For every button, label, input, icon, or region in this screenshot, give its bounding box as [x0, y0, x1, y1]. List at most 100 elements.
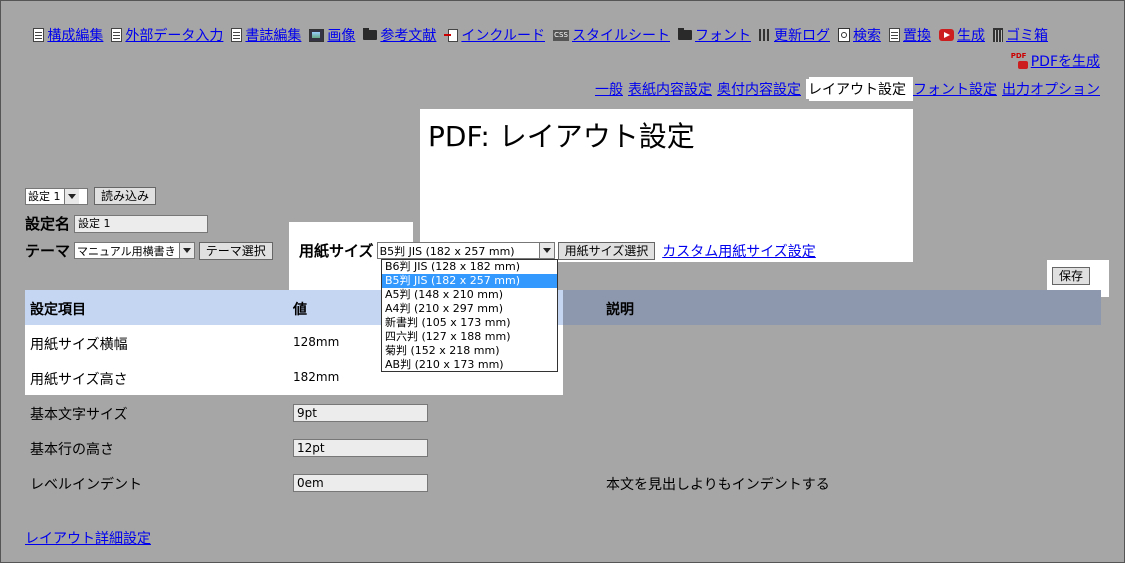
header-description: 説明 [606, 302, 634, 318]
theme-select[interactable]: マニュアル用横書き [74, 242, 195, 259]
nav-references[interactable]: 参考文献 [363, 25, 436, 45]
settings-tabs: 一般 表紙内容設定 奥付内容設定 レイアウト設定 フォント設定 出力オプション [595, 79, 1100, 99]
top-navigation: 構成編集 外部データ入力 書誌編集 画像 参考文献 インクルード CSS スタイル… [33, 25, 1048, 45]
tab-colophon[interactable]: 奥付内容設定 [717, 79, 801, 99]
nav-label[interactable]: 更新ログ [774, 25, 830, 45]
nav-include[interactable]: インクルード [444, 25, 545, 45]
tab-cover[interactable]: 表紙内容設定 [628, 79, 712, 99]
document-icon [231, 28, 243, 42]
search-icon [838, 28, 850, 42]
paper-size-option-highlighted[interactable]: B5判 JIS (182 x 257 mm) [382, 274, 557, 288]
nav-trash[interactable]: ゴミ箱 [993, 25, 1048, 45]
config-name-field[interactable]: 設定 1 [74, 214, 209, 233]
nav-generate[interactable]: 生成 [939, 25, 985, 45]
tab-font[interactable]: フォント設定 [913, 79, 997, 99]
app-window: 構成編集 外部データ入力 書誌編集 画像 参考文献 インクルード CSS スタイル… [0, 0, 1125, 563]
row-label: 基本文字サイズ [30, 407, 128, 423]
row-label: 用紙サイズ横幅 [30, 337, 128, 353]
config-load-row: 設定 1 読み込み [25, 187, 157, 205]
theme-select-value: マニュアル用横書き [77, 244, 176, 258]
nav-label[interactable]: 生成 [957, 25, 985, 45]
nav-external-data[interactable]: 外部データ入力 [111, 25, 223, 45]
tab-output-options[interactable]: 出力オプション [1002, 79, 1100, 99]
nav-label[interactable]: 参考文献 [380, 25, 436, 45]
nav-search[interactable]: 検索 [838, 25, 881, 45]
nav-replace[interactable]: 置換 [889, 25, 931, 45]
table-row: 基本行の高さ 12pt [25, 430, 1101, 465]
paper-size-option[interactable]: 新書判 (105 x 173 mm) [382, 316, 557, 330]
layout-detail-link[interactable]: レイアウト詳細設定 [25, 528, 151, 548]
nav-label[interactable]: スタイルシート [572, 25, 670, 45]
base-font-size-field[interactable]: 9pt [293, 404, 428, 422]
paper-size-select[interactable]: B5判 JIS (182 x 257 mm) [376, 242, 555, 259]
config-name-label: 設定名 [25, 215, 71, 233]
document-list-icon [33, 28, 45, 42]
level-indent-field[interactable]: 0em [293, 474, 428, 492]
config-select-value: 設定 1 [28, 190, 61, 203]
nav-fonts[interactable]: フォント [678, 25, 751, 45]
paper-size-option[interactable]: A4判 (210 x 297 mm) [382, 302, 557, 316]
paper-size-select-value: B5判 JIS (182 x 257 mm) [379, 244, 515, 258]
header-bg-dim [563, 290, 1101, 325]
nav-label[interactable]: ゴミ箱 [1006, 25, 1048, 45]
line-height-field[interactable]: 12pt [293, 439, 428, 457]
nav-structure-edit[interactable]: 構成編集 [33, 25, 103, 45]
folder-icon [678, 28, 692, 40]
folder-icon [363, 28, 378, 40]
config-name-row: 設定名 設定 1 [25, 213, 209, 234]
css-icon: CSS [553, 29, 569, 41]
custom-paper-size-link[interactable]: カスタム用紙サイズ設定 [662, 241, 816, 261]
paper-size-option[interactable]: AB判 (210 x 173 mm) [382, 358, 557, 372]
nav-stylesheet[interactable]: CSS スタイルシート [553, 25, 670, 45]
nav-label[interactable]: 構成編集 [47, 25, 103, 45]
theme-select-button[interactable]: テーマ選択 [198, 241, 273, 260]
row-label: 用紙サイズ高さ [30, 372, 128, 388]
row-label: 基本行の高さ [30, 442, 114, 458]
paper-size-select-button[interactable]: 用紙サイズ選択 [557, 241, 656, 260]
nav-label[interactable]: インクルード [461, 25, 545, 45]
header-setting-item: 設定項目 [30, 302, 86, 318]
chevron-down-icon [538, 243, 554, 258]
chevron-down-icon [178, 243, 194, 258]
nav-label[interactable]: 画像 [327, 25, 355, 45]
table-header-row: 設定項目 値 説明 [25, 290, 1101, 325]
pdf-generate-label[interactable]: PDFを生成 [1031, 51, 1100, 71]
tab-general[interactable]: 一般 [595, 79, 623, 99]
document-icon [111, 28, 123, 42]
pdf-icon [1011, 52, 1029, 70]
paper-size-row: 用紙サイズ B5判 JIS (182 x 257 mm) 用紙サイズ選択 カスタ… [299, 240, 816, 261]
paper-size-option[interactable]: A5判 (148 x 210 mm) [382, 288, 557, 302]
trash-icon [993, 28, 1003, 42]
nav-label[interactable]: 外部データ入力 [125, 25, 223, 45]
page-title: PDF: レイアウト設定 [428, 120, 695, 153]
tab-layout[interactable]: レイアウト設定 [806, 79, 908, 99]
row-description: 本文を見出しよりもインデントする [606, 477, 830, 493]
header-value: 値 [293, 302, 307, 318]
table-row: 基本文字サイズ 9pt [25, 395, 1101, 430]
row-label: レベルインデント [30, 477, 142, 493]
paper-size-label: 用紙サイズ [299, 242, 374, 260]
nav-label[interactable]: フォント [695, 25, 751, 45]
play-icon [939, 29, 954, 41]
theme-row: テーマ マニュアル用横書き テーマ選択 [25, 240, 273, 261]
save-button[interactable]: 保存 [1052, 267, 1091, 285]
nav-label[interactable]: 置換 [903, 25, 931, 45]
nav-label[interactable]: 書誌編集 [245, 25, 301, 45]
chevron-down-icon [63, 188, 79, 204]
paper-size-option[interactable]: B6判 JIS (128 x 182 mm) [382, 260, 557, 274]
nav-images[interactable]: 画像 [309, 25, 355, 45]
row-value: 182mm [293, 370, 340, 384]
log-icon [759, 29, 771, 41]
theme-label: テーマ [25, 242, 71, 260]
paper-size-dropdown[interactable]: B6判 JIS (128 x 182 mm) B5判 JIS (182 x 25… [381, 259, 558, 372]
include-icon [444, 29, 459, 42]
load-button[interactable]: 読み込み [94, 187, 157, 205]
nav-update-log[interactable]: 更新ログ [759, 25, 830, 45]
nav-bibliography-edit[interactable]: 書誌編集 [231, 25, 301, 45]
nav-label[interactable]: 検索 [853, 25, 881, 45]
paper-size-option[interactable]: 四六判 (127 x 188 mm) [382, 330, 557, 344]
config-select[interactable]: 設定 1 [25, 187, 88, 205]
image-icon [309, 28, 325, 42]
pdf-generate-link[interactable]: PDFを生成 [1011, 51, 1100, 71]
paper-size-option[interactable]: 菊判 (152 x 218 mm) [382, 344, 557, 358]
